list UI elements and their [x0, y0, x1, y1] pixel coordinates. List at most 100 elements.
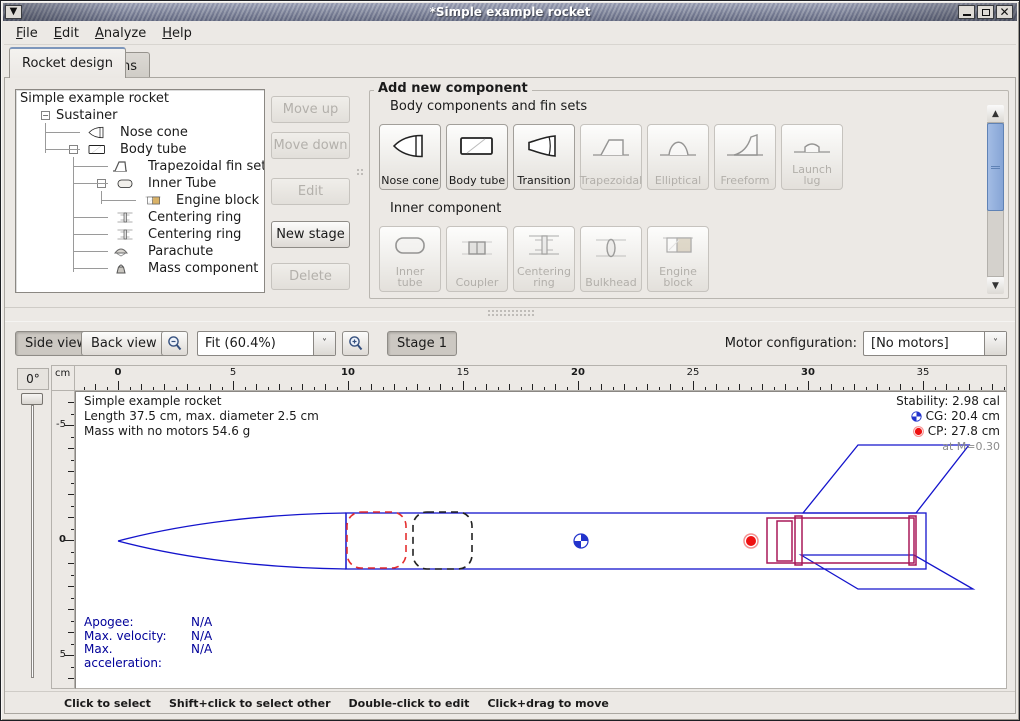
- vertical-ruler: -505: [51, 391, 75, 689]
- scroll-up-button[interactable]: ▲: [987, 105, 1004, 122]
- vertical-splitter-handle[interactable]: [357, 169, 365, 177]
- rotation-slider-track[interactable]: [31, 405, 34, 678]
- tab-rocket-design[interactable]: Rocket design: [9, 47, 126, 78]
- flight-data-label: Apogee:: [84, 616, 191, 629]
- tree-expander-icon[interactable]: −: [41, 111, 50, 120]
- tree-item-label: Parachute: [148, 243, 213, 260]
- h-ruler-label: 5: [230, 367, 236, 378]
- tree-item-nose-cone[interactable]: Nose cone: [16, 124, 264, 141]
- rotation-slider-handle[interactable]: [21, 393, 43, 405]
- tree-item-trapezoidal-fin-set[interactable]: Trapezoidal fin set: [16, 158, 264, 175]
- tree-item-engine-block[interactable]: Engine block: [16, 192, 264, 209]
- window-controls: ✕: [958, 5, 1015, 19]
- cp-value: CP: 27.8 cm: [928, 424, 1000, 439]
- tree-item-inner-tube[interactable]: −Inner Tube: [16, 175, 264, 192]
- add-bulkhead-button[interactable]: Bulkhead: [580, 226, 642, 292]
- centering-ring-icon: [110, 227, 140, 242]
- h-ruler-label: 25: [687, 367, 700, 378]
- add-launch-lug-button[interactable]: Launchlug: [781, 124, 843, 190]
- add-component-title: Add new component: [374, 81, 532, 96]
- stage-toggle-button[interactable]: Stage 1: [387, 331, 457, 356]
- new-stage-button[interactable]: New stage: [271, 221, 350, 248]
- motor-configuration-combo[interactable]: [No motors] ˅: [863, 331, 1007, 356]
- tree-connector-line: [45, 123, 46, 153]
- status-bar: Click to selectShift+click to select oth…: [5, 691, 1015, 715]
- flight-data-value: N/A: [191, 643, 212, 670]
- tree-item-body-tube[interactable]: −Body tube: [16, 141, 264, 158]
- tree-item-mass-component[interactable]: Mass component: [16, 260, 264, 277]
- transition-icon: [514, 131, 574, 161]
- rocket-info-line: Length 37.5 cm, max. diameter 2.5 cm: [84, 409, 319, 424]
- palette-group-label: Body components and fin sets: [390, 99, 587, 114]
- flight-data-value: N/A: [191, 616, 212, 629]
- cp-marker: [744, 534, 758, 548]
- add-freeform-button[interactable]: Freeform: [714, 124, 776, 190]
- tree-item-label: Body tube: [120, 141, 187, 158]
- move-up-button[interactable]: Move up: [271, 96, 350, 123]
- rocket-info-line: Simple example rocket: [84, 394, 319, 409]
- scroll-down-button[interactable]: ▼: [987, 277, 1004, 294]
- add-centering-ring-button[interactable]: Centeringring: [513, 226, 575, 292]
- close-button[interactable]: ✕: [996, 5, 1013, 19]
- h-ruler-label: 20: [571, 367, 585, 378]
- add-engine-block-button[interactable]: Engineblock: [647, 226, 709, 292]
- tree-item-centering-ring[interactable]: Centering ring: [16, 226, 264, 243]
- status-hint: Double-click to edit: [349, 697, 470, 710]
- window-menu-icon[interactable]: ▼: [5, 5, 22, 19]
- cg-marker: [574, 534, 588, 548]
- menu-edit[interactable]: Edit: [46, 23, 87, 44]
- tree-item-label: Sustainer: [56, 107, 118, 124]
- minimize-button[interactable]: [958, 5, 975, 19]
- title-bar[interactable]: ▼ *Simple example rocket ✕: [3, 3, 1017, 21]
- h-ruler-label: 10: [341, 367, 355, 378]
- tree-connector-line: [101, 191, 102, 204]
- tree-item-centering-ring[interactable]: Centering ring: [16, 209, 264, 226]
- status-hint: Click to select: [64, 697, 151, 710]
- zoom-level-combo[interactable]: Fit (60.4%) ˅: [197, 331, 336, 356]
- zoom-out-button[interactable]: [161, 331, 188, 356]
- add-elliptical-button[interactable]: Elliptical: [647, 124, 709, 190]
- fin-elliptical-icon: [648, 131, 708, 161]
- component-tree[interactable]: Simple example rocket−SustainerNose cone…: [15, 89, 265, 293]
- splitter-line: [5, 307, 1015, 308]
- palette-group-label: Inner component: [390, 201, 501, 216]
- fin-trapezoidal-icon: [581, 131, 641, 161]
- edit-button[interactable]: Edit: [271, 178, 350, 205]
- coupler-icon: [447, 233, 507, 263]
- motor-configuration-label: Motor configuration:: [725, 336, 857, 351]
- delete-button[interactable]: Delete: [271, 263, 350, 290]
- flight-data-label: Max. acceleration:: [84, 643, 191, 670]
- add-inner-tube-button[interactable]: Innertube: [379, 226, 441, 292]
- add-component-panel: Add new component Body components and fi…: [369, 90, 1009, 299]
- menu-analyze[interactable]: Analyze: [87, 23, 154, 44]
- scrollbar-thumb[interactable]: [987, 123, 1004, 211]
- add-coupler-button[interactable]: Coupler: [446, 226, 508, 292]
- palette-button-label: Bulkhead: [585, 277, 636, 288]
- motor-configuration-value: [No motors]: [864, 336, 984, 351]
- rocket-figure-area: 0° cm 05101520253035 -505: [5, 361, 1015, 690]
- tree-item-sustainer[interactable]: −Sustainer: [16, 107, 264, 124]
- inner-tube-icon: [110, 176, 140, 191]
- chevron-down-icon: ˅: [984, 332, 1006, 355]
- maximize-button[interactable]: [977, 5, 994, 19]
- menu-help[interactable]: Help: [154, 23, 200, 44]
- add-body-tube-button[interactable]: Body tube: [446, 124, 508, 190]
- menu-file[interactable]: File: [8, 23, 46, 44]
- zoom-in-button[interactable]: [342, 331, 369, 356]
- centering-ring-icon: [110, 210, 140, 225]
- add-nose-cone-button[interactable]: Nose cone: [379, 124, 441, 190]
- horizontal-splitter-handle[interactable]: [488, 310, 536, 318]
- add-trapezoidal-button[interactable]: Trapezoidal: [580, 124, 642, 190]
- tree-item-simple-example-rocket[interactable]: Simple example rocket: [16, 90, 264, 107]
- tree-item-parachute[interactable]: Parachute: [16, 243, 264, 260]
- back-view-button[interactable]: Back view: [81, 331, 167, 356]
- fin-freeform-icon: [715, 131, 775, 161]
- ruler-unit-label: cm: [51, 365, 75, 391]
- engine-block-icon: [648, 230, 708, 260]
- palette-button-label: Launchlug: [792, 164, 832, 186]
- rocket-canvas[interactable]: Simple example rocketLength 37.5 cm, max…: [75, 391, 1007, 689]
- add-transition-button[interactable]: Transition: [513, 124, 575, 190]
- palette-scrollbar[interactable]: ▲ ▼: [987, 105, 1004, 294]
- v-ruler-label: -5: [56, 419, 66, 430]
- move-down-button[interactable]: Move down: [271, 132, 350, 159]
